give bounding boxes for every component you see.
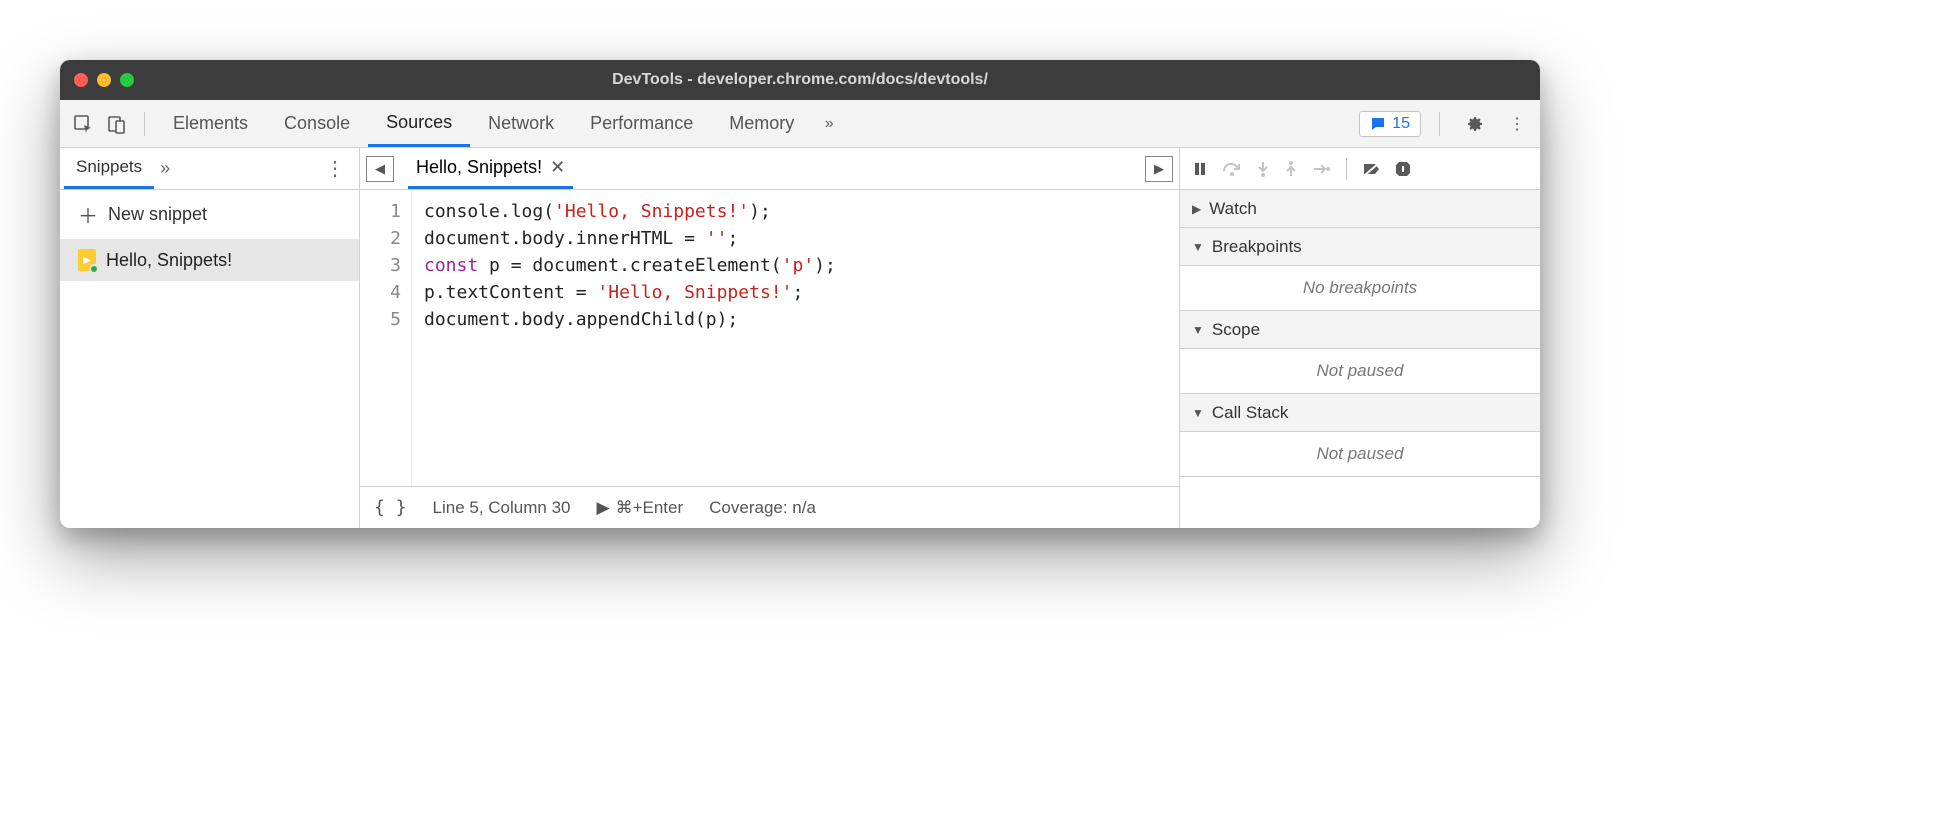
- main-toolbar: ElementsConsoleSourcesNetworkPerformance…: [60, 100, 1540, 148]
- step-into-icon[interactable]: [1256, 161, 1270, 177]
- new-snippet-button[interactable]: ＋ New snippet: [60, 190, 359, 239]
- pause-icon[interactable]: [1192, 161, 1208, 177]
- tab-console[interactable]: Console: [266, 100, 368, 147]
- play-icon: ▶: [597, 498, 610, 518]
- navigator-pane: Snippets » ⋮ ＋ New snippet Hello, Snippe…: [60, 148, 360, 528]
- deactivate-breakpoints-icon[interactable]: [1363, 161, 1381, 177]
- editor-file-name: Hello, Snippets!: [416, 157, 542, 178]
- run-shortcut-label: ⌘+Enter: [616, 498, 684, 518]
- editor-footer: { } Line 5, Column 30 ▶ ⌘+Enter Coverage…: [360, 486, 1179, 528]
- snippet-file-icon: [78, 249, 96, 271]
- disclosure-triangle-icon: ▶: [1192, 202, 1201, 216]
- run-snippet-button[interactable]: ▶ ⌘+Enter: [597, 498, 684, 518]
- device-toolbar-icon[interactable]: [100, 107, 134, 141]
- tab-performance[interactable]: Performance: [572, 100, 711, 147]
- disclosure-triangle-icon: ▼: [1192, 406, 1204, 420]
- show-debugger-icon[interactable]: ▶: [1145, 156, 1173, 182]
- titlebar: DevTools - developer.chrome.com/docs/dev…: [60, 60, 1540, 100]
- navigator-more-menu-icon[interactable]: ⋮: [315, 156, 355, 181]
- debugger-pane: ▶Watch▼BreakpointsNo breakpoints▼ScopeNo…: [1180, 148, 1540, 528]
- step-out-icon[interactable]: [1284, 161, 1298, 177]
- more-menu-icon[interactable]: ⋮: [1500, 107, 1534, 141]
- editor-file-tab[interactable]: Hello, Snippets! ✕: [408, 148, 573, 189]
- plus-icon: ＋: [78, 200, 98, 229]
- issues-badge[interactable]: 15: [1359, 111, 1421, 137]
- toolbar-divider: [1346, 158, 1347, 180]
- content-area: Snippets » ⋮ ＋ New snippet Hello, Snippe…: [60, 148, 1540, 528]
- snippet-item-label: Hello, Snippets!: [106, 250, 232, 271]
- pretty-print-icon[interactable]: { }: [374, 497, 407, 518]
- tab-elements[interactable]: Elements: [155, 100, 266, 147]
- section-body: No breakpoints: [1180, 266, 1540, 311]
- window-title: DevTools - developer.chrome.com/docs/dev…: [612, 71, 988, 89]
- traffic-lights: [74, 73, 134, 87]
- step-over-icon[interactable]: [1222, 161, 1242, 177]
- more-tabs-chevron-icon[interactable]: »: [812, 107, 846, 141]
- close-tab-icon[interactable]: ✕: [550, 157, 565, 178]
- section-header-scope[interactable]: ▼Scope: [1180, 311, 1540, 349]
- code-content[interactable]: console.log('Hello, Snippets!');document…: [412, 190, 848, 486]
- close-window-button[interactable]: [74, 73, 88, 87]
- section-header-watch[interactable]: ▶Watch: [1180, 190, 1540, 228]
- show-navigator-icon[interactable]: ◀: [366, 156, 394, 182]
- section-body: Not paused: [1180, 432, 1540, 477]
- more-nav-tabs-icon[interactable]: »: [160, 158, 170, 179]
- devtools-window: DevTools - developer.chrome.com/docs/dev…: [60, 60, 1540, 528]
- debugger-sections: ▶Watch▼BreakpointsNo breakpoints▼ScopeNo…: [1180, 190, 1540, 477]
- issues-count: 15: [1392, 115, 1410, 133]
- tab-snippets[interactable]: Snippets: [64, 148, 154, 189]
- disclosure-triangle-icon: ▼: [1192, 240, 1204, 254]
- main-tabs: ElementsConsoleSourcesNetworkPerformance…: [155, 100, 812, 147]
- code-editor[interactable]: 12345 console.log('Hello, Snippets!');do…: [360, 190, 1179, 486]
- zoom-window-button[interactable]: [120, 73, 134, 87]
- editor-pane: ◀ Hello, Snippets! ✕ ▶ 12345 console.log…: [360, 148, 1180, 528]
- debugger-toolbar: [1180, 148, 1540, 190]
- cursor-position: Line 5, Column 30: [433, 498, 571, 518]
- coverage-status: Coverage: n/a: [709, 498, 816, 518]
- step-icon[interactable]: [1312, 162, 1330, 176]
- navigator-header: Snippets » ⋮: [60, 148, 359, 190]
- section-body: Not paused: [1180, 349, 1540, 394]
- snippet-item[interactable]: Hello, Snippets!: [60, 239, 359, 281]
- disclosure-triangle-icon: ▼: [1192, 323, 1204, 337]
- toolbar-divider: [144, 112, 145, 136]
- tab-memory[interactable]: Memory: [711, 100, 812, 147]
- section-header-breakpoints[interactable]: ▼Breakpoints: [1180, 228, 1540, 266]
- minimize-window-button[interactable]: [97, 73, 111, 87]
- inspect-element-icon[interactable]: [66, 107, 100, 141]
- pause-on-exceptions-icon[interactable]: [1395, 161, 1411, 177]
- editor-header: ◀ Hello, Snippets! ✕ ▶: [360, 148, 1179, 190]
- toolbar-divider: [1439, 112, 1440, 136]
- tab-network[interactable]: Network: [470, 100, 572, 147]
- section-header-call-stack[interactable]: ▼Call Stack: [1180, 394, 1540, 432]
- settings-gear-icon[interactable]: [1458, 107, 1492, 141]
- tab-sources[interactable]: Sources: [368, 100, 470, 147]
- line-gutter: 12345: [360, 190, 412, 486]
- new-snippet-label: New snippet: [108, 204, 207, 225]
